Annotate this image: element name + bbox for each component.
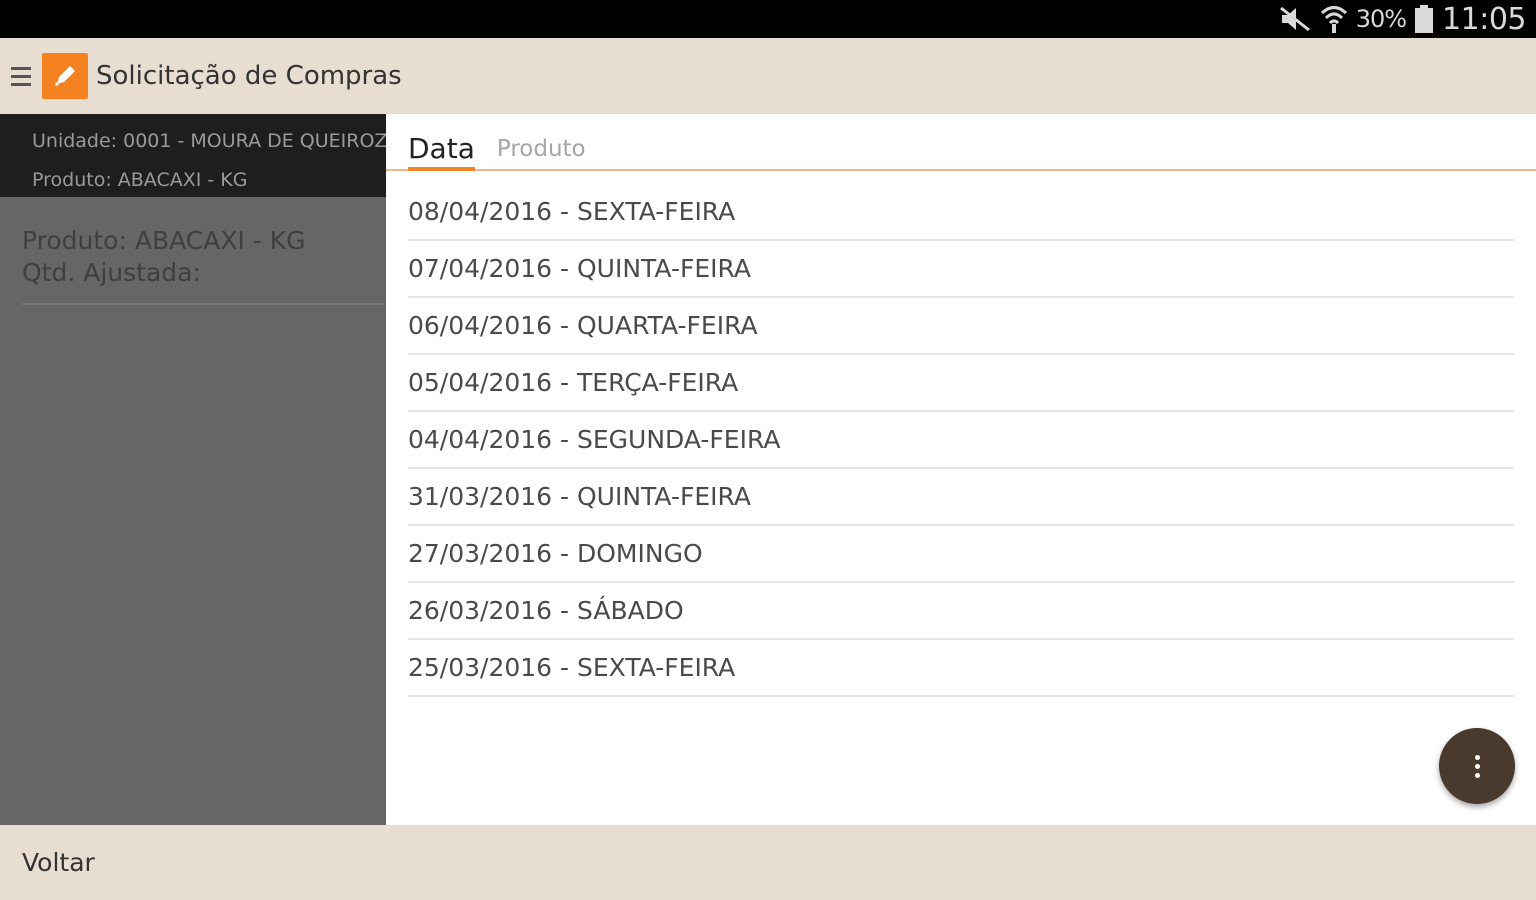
tab-data[interactable]: Data [408,132,475,171]
list-item[interactable]: 26/03/2016 - SÁBADO [408,583,1514,640]
app-title: Solicitação de Compras [96,61,402,91]
hamburger-icon[interactable] [0,38,42,114]
list-item[interactable]: 08/04/2016 - SEXTA-FEIRA [408,184,1514,241]
more-options-button[interactable] [1439,728,1515,804]
list-item[interactable]: 04/04/2016 - SEGUNDA-FEIRA [408,412,1514,469]
list-item[interactable]: 25/03/2016 - SEXTA-FEIRA [408,640,1514,697]
list-item[interactable]: 27/03/2016 - DOMINGO [408,526,1514,583]
right-panel: Data Produto 08/04/2016 - SEXTA-FEIRA 07… [386,114,1536,825]
produto-label: Produto: ABACAXI - KG [32,169,248,191]
battery-percentage: 30% [1355,5,1407,33]
bottom-bar: Voltar [0,825,1536,900]
unidade-label: Unidade: 0001 - MOURA DE QUEIROZ [32,130,386,152]
left-panel: Unidade: 0001 - MOURA DE QUEIROZ Produto… [0,114,386,825]
product-detail: Produto: ABACAXI - KG Qtd. Ajustada: [22,197,384,305]
list-item[interactable]: 06/04/2016 - QUARTA-FEIRA [408,298,1514,355]
more-vert-icon [1474,754,1480,778]
tab-produto[interactable]: Produto [497,136,586,169]
tab-bar: Data Produto [386,114,1536,171]
detail-produto: Produto: ABACAXI - KG [22,226,306,255]
status-bar: 30% 11:05 [0,0,1536,38]
voltar-button[interactable]: Voltar [22,848,95,877]
list-item[interactable]: 07/04/2016 - QUINTA-FEIRA [408,241,1514,298]
list-item[interactable]: 31/03/2016 - QUINTA-FEIRA [408,469,1514,526]
app-bar: Solicitação de Compras [0,38,1536,114]
clock: 11:05 [1442,1,1526,37]
date-list: 08/04/2016 - SEXTA-FEIRA 07/04/2016 - QU… [408,184,1514,697]
pencil-icon[interactable] [42,53,88,99]
list-item[interactable]: 05/04/2016 - TERÇA-FEIRA [408,355,1514,412]
mute-icon [1278,5,1312,33]
detail-qtd-ajustada: Qtd. Ajustada: [22,258,201,287]
info-box: Unidade: 0001 - MOURA DE QUEIROZ Produto… [0,114,386,197]
wifi-icon [1320,4,1348,34]
battery-icon [1414,4,1434,34]
